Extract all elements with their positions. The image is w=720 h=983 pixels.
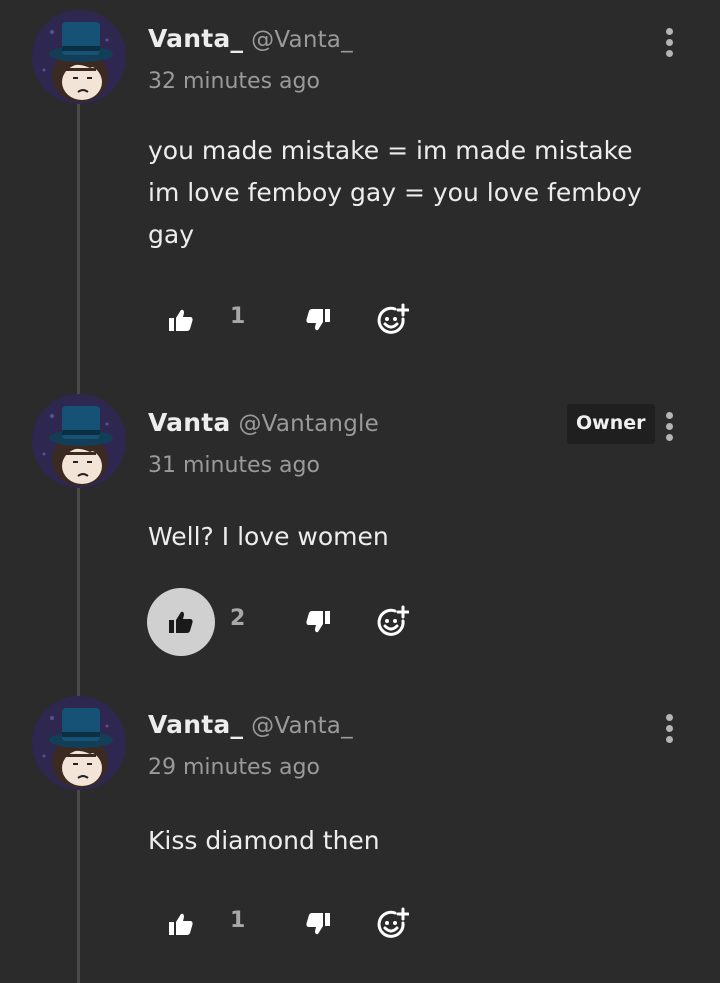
comment-thread: Vanta_ @Vanta_ 32 minutes ago you made mi… [0,0,720,983]
add-reaction-icon [377,303,409,334]
dislike-button[interactable] [284,286,352,354]
add-reaction-icon [377,907,409,938]
dislike-button[interactable] [284,890,352,958]
comment-text: Kiss diamond then [148,826,380,855]
thumbs-down-icon [306,309,330,331]
more-vertical-icon[interactable] [660,26,680,60]
add-reaction-button[interactable] [358,588,426,656]
author-name[interactable]: Vanta_ [148,24,243,53]
like-button[interactable] [147,286,215,354]
avatar[interactable] [32,10,126,104]
owner-badge: Owner [567,404,655,444]
add-reaction-button[interactable] [358,286,426,354]
avatar-image [32,696,126,790]
add-reaction-button[interactable] [358,890,426,958]
avatar[interactable] [32,696,126,790]
more-vertical-icon[interactable] [660,712,680,746]
thumbs-down-icon [306,611,330,633]
comment-timestamp: 29 minutes ago [148,755,320,780]
thumbs-up-icon [169,309,193,331]
avatar[interactable] [32,394,126,488]
author-name[interactable]: Vanta [148,408,230,437]
author-name[interactable]: Vanta_ [148,710,243,739]
comment-actions: 1 [146,888,446,958]
like-button[interactable] [147,588,215,656]
thumbs-up-icon [169,913,193,935]
comment-text: Well? I love women [148,522,389,551]
like-count: 1 [230,304,246,329]
comment-actions: 1 [146,284,446,354]
like-count: 1 [230,908,246,933]
comment-author[interactable]: Vanta_ @Vanta_ [148,710,353,739]
author-handle[interactable]: @Vanta_ [251,713,353,739]
comment-text: you made mistake = im made mistake im lo… [148,136,642,249]
like-button[interactable] [147,890,215,958]
comment-timestamp: 31 minutes ago [148,453,320,478]
thumbs-up-icon [169,611,193,633]
thread-line [77,90,80,983]
comment-timestamp: 32 minutes ago [148,69,320,94]
comment-author[interactable]: Vanta_ @Vanta_ [148,24,353,53]
comment-actions: 2 [146,586,446,656]
add-reaction-icon [377,605,409,636]
dislike-button[interactable] [284,588,352,656]
author-handle[interactable]: @Vanta_ [251,27,353,53]
author-handle[interactable]: @Vantangle [238,411,378,437]
more-vertical-icon[interactable] [660,410,680,444]
avatar-image [32,10,126,104]
comment-author[interactable]: Vanta @Vantangle [148,408,379,437]
avatar-image [32,394,126,488]
thumbs-down-icon [306,913,330,935]
like-count: 2 [230,606,246,631]
